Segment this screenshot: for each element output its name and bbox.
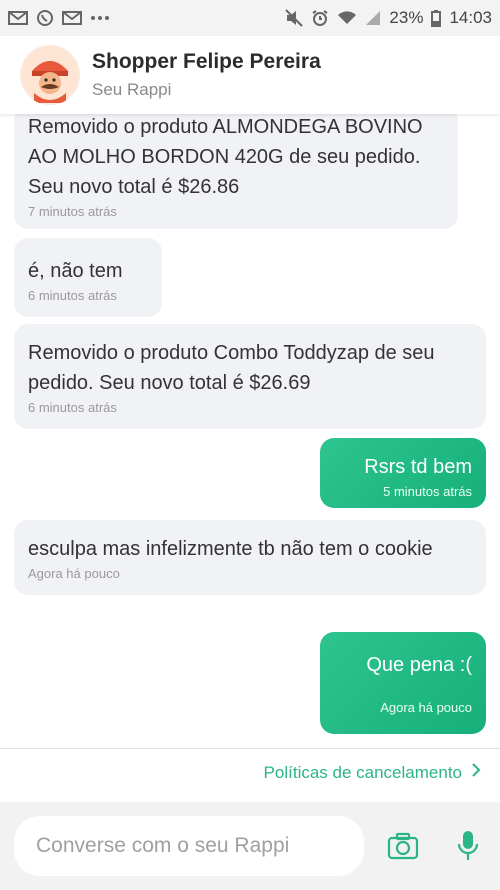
- chevron-right-icon: [470, 762, 482, 783]
- camera-icon: [387, 832, 419, 860]
- shopper-subtitle: Seu Rappi: [92, 80, 172, 99]
- camera-button[interactable]: [383, 826, 423, 866]
- message-time: Agora há pouco: [28, 566, 120, 581]
- mute-icon: [285, 9, 304, 27]
- composer: [0, 802, 500, 890]
- message-bubble-outgoing[interactable]: Que pena :( Agora há pouco: [320, 632, 486, 734]
- cancellation-policy-link[interactable]: Políticas de cancelamento: [264, 762, 482, 783]
- message-time: 6 minutos atrás: [28, 288, 117, 303]
- status-left: [8, 9, 110, 27]
- whatsapp-icon: [36, 9, 54, 27]
- message-time: Agora há pouco: [380, 700, 472, 715]
- alarm-icon: [311, 9, 329, 27]
- status-bar: 23% 14:03: [0, 0, 500, 36]
- message-bubble-outgoing[interactable]: Rsrs td bem 5 minutos atrás: [320, 438, 486, 508]
- message-text: esculpa mas infelizmente tb não tem o co…: [28, 538, 433, 560]
- signal-icon: [365, 10, 381, 26]
- message-text: Removido o produto Combo Toddyzap de seu…: [28, 342, 435, 394]
- microphone-button[interactable]: [448, 826, 488, 866]
- message-text: Removido o produto ALMONDEGA BOVINO AO M…: [28, 116, 423, 198]
- message-bubble-incoming[interactable]: é, não tem 6 minutos atrás: [14, 238, 162, 317]
- chat-thread[interactable]: Removido o produto ALMONDEGA BOVINO AO M…: [0, 114, 500, 746]
- avatar[interactable]: [20, 45, 80, 105]
- battery-icon: [431, 9, 442, 27]
- message-time: 5 minutos atrás: [383, 484, 472, 499]
- message-text: é, não tem: [28, 260, 123, 282]
- message-input-container[interactable]: [14, 816, 364, 876]
- gmail-icon: [62, 10, 82, 26]
- divider: [0, 748, 500, 749]
- shopper-name: Shopper Felipe Pereira: [92, 50, 321, 73]
- wifi-icon: [337, 10, 357, 26]
- message-text: Que pena :(: [366, 654, 472, 676]
- message-text: Rsrs td bem: [364, 456, 472, 478]
- gmail-icon: [8, 10, 28, 26]
- shopper-mascot-icon: [22, 47, 78, 103]
- message-bubble-incoming[interactable]: Removido o produto Combo Toddyzap de seu…: [14, 324, 486, 429]
- message-bubble-incoming[interactable]: esculpa mas infelizmente tb não tem o co…: [14, 520, 486, 595]
- chat-header: Shopper Felipe Pereira Seu Rappi: [0, 36, 500, 114]
- more-dots-icon: [90, 15, 110, 21]
- message-input[interactable]: [34, 833, 364, 859]
- cancellation-policy-label: Políticas de cancelamento: [263, 762, 462, 782]
- message-time: 7 minutos atrás: [28, 204, 117, 219]
- microphone-icon: [457, 831, 479, 860]
- message-bubble-incoming[interactable]: Removido o produto ALMONDEGA BOVINO AO M…: [14, 114, 458, 229]
- status-right: 23% 14:03: [285, 8, 492, 28]
- battery-percent: 23%: [389, 8, 424, 27]
- header-text: Shopper Felipe Pereira Seu Rappi: [92, 50, 321, 100]
- message-time: 6 minutos atrás: [28, 400, 117, 415]
- clock: 14:03: [449, 8, 492, 27]
